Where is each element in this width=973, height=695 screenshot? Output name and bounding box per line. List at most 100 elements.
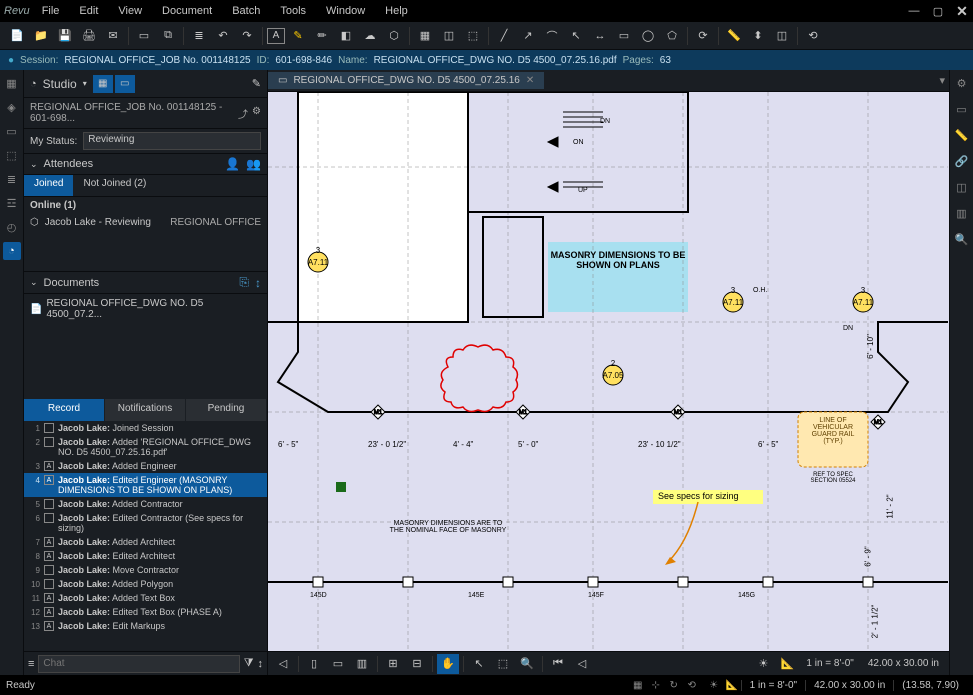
drawing-canvas[interactable]: A7.113 A7.113 A7.113 A7.052 M1 M1 (268, 92, 949, 651)
note-icon[interactable]: ◧ (335, 25, 357, 47)
record-item[interactable]: 7AJacob Lake: Added Architect (24, 535, 267, 549)
attendee-row[interactable]: ⬡ Jacob Lake - Reviewing REGIONAL OFFICE (24, 214, 267, 231)
status-dim-icon[interactable]: ☀ (705, 677, 723, 693)
spaces-icon[interactable]: ◫ (953, 178, 971, 196)
single-page-icon[interactable]: ▯ (303, 654, 325, 674)
file-access-icon[interactable]: ▭ (3, 122, 21, 140)
studio-panel-icon[interactable]: ◔ (3, 242, 21, 260)
record-item[interactable]: 13AJacob Lake: Edit Markups (24, 619, 267, 633)
session-view-toggle[interactable]: ▦ (93, 75, 113, 93)
select-icon[interactable]: ↖ (468, 654, 490, 674)
thumbnails-icon[interactable]: ▦ (3, 74, 21, 92)
project-view-toggle[interactable]: ▭ (115, 75, 135, 93)
invite-icon[interactable]: 👤 (225, 157, 240, 171)
bookmarks-icon[interactable]: ◈ (3, 98, 21, 116)
line-icon[interactable]: ╱ (493, 25, 515, 47)
record-item[interactable]: 8AJacob Lake: Edited Architect (24, 549, 267, 563)
menu-document[interactable]: Document (162, 5, 212, 17)
open-icon[interactable]: 📁 (30, 25, 52, 47)
layers-icon[interactable]: ≣ (3, 170, 21, 188)
menu-tools[interactable]: Tools (280, 5, 306, 17)
pending-tab[interactable]: Pending (186, 399, 267, 421)
snap-icon[interactable]: ⊹ (647, 677, 665, 693)
tablet-icon[interactable]: ▭ (133, 25, 155, 47)
rotate-icon[interactable]: ⟳ (692, 25, 714, 47)
save-icon[interactable]: 💾 (54, 25, 76, 47)
menu-view[interactable]: View (118, 5, 142, 17)
text-icon[interactable]: A (267, 28, 285, 44)
add-doc-icon[interactable]: ⎘ (239, 275, 249, 290)
pan-icon[interactable]: ✋ (437, 654, 459, 674)
maximize-icon[interactable]: ▢ (931, 5, 945, 18)
forms-icon[interactable]: ▭ (953, 100, 971, 118)
dim-toggle-icon[interactable]: ☀ (752, 654, 774, 674)
side-by-side-icon[interactable]: ▥ (351, 654, 373, 674)
record-item[interactable]: 9Jacob Lake: Move Contractor (24, 563, 267, 577)
arc-icon[interactable]: ⌒ (541, 25, 563, 47)
grid-snap-icon[interactable]: ▦ (629, 677, 647, 693)
highlight-icon[interactable]: ✎ (287, 25, 309, 47)
doc-tab-dropdown-icon[interactable]: ▾ (939, 74, 945, 87)
record-item[interactable]: 1Jacob Lake: Joined Session (24, 421, 267, 435)
chat-filter-icon[interactable]: ⧩ (244, 657, 254, 670)
studio-dropdown-icon[interactable]: ▾ (83, 79, 87, 88)
menu-edit[interactable]: Edit (79, 5, 98, 17)
status-scale-icon[interactable]: 📐 (723, 677, 741, 693)
search-icon[interactable]: 🔍 (953, 230, 971, 248)
shape-icon[interactable]: ◫ (438, 25, 460, 47)
fit-page-icon[interactable]: ⊞ (382, 654, 404, 674)
chat-sort-icon[interactable]: ↕ (258, 658, 264, 670)
links-icon[interactable]: 🔗 (953, 152, 971, 170)
notifications-tab[interactable]: Notifications (105, 399, 186, 421)
scale-icon[interactable]: 📐 (776, 654, 798, 674)
attendees-header[interactable]: ⌄ Attendees 👤 👥 (24, 153, 267, 175)
sync-icon[interactable]: ⟲ (802, 25, 824, 47)
prev-view-icon[interactable]: ◁ (272, 654, 294, 674)
doc-tab-close-icon[interactable]: ✕ (526, 75, 534, 86)
sync-status-icon[interactable]: ⟲ (683, 677, 701, 693)
documents-header[interactable]: ⌄ Documents ⎘ ↕ (24, 271, 267, 294)
record-item[interactable]: 11AJacob Lake: Added Text Box (24, 591, 267, 605)
continuous-icon[interactable]: ▭ (327, 654, 349, 674)
image-icon[interactable]: ▦ (414, 25, 436, 47)
polygon-icon[interactable]: ⬠ (661, 25, 683, 47)
first-page-icon[interactable]: ⏮ (547, 654, 569, 674)
gear-icon[interactable]: ⚙ (953, 74, 971, 92)
align-icon[interactable]: ≣ (188, 25, 210, 47)
callout-icon[interactable]: ↖ (565, 25, 587, 47)
zoom-icon[interactable]: 🔍 (516, 654, 538, 674)
menu-file[interactable]: File (42, 5, 60, 17)
joined-tab[interactable]: Joined (24, 175, 73, 196)
record-item[interactable]: 5Jacob Lake: Added Contractor (24, 497, 267, 511)
leave-session-icon[interactable]: ⤴ (238, 106, 248, 121)
sets-icon[interactable]: ▥ (953, 204, 971, 222)
print-icon[interactable]: 🖨 (78, 25, 100, 47)
doc-sort-icon[interactable]: ↕ (255, 276, 261, 290)
stamp-icon[interactable]: ⬡ (383, 25, 405, 47)
menu-batch[interactable]: Batch (232, 5, 260, 17)
area-icon[interactable]: ⬍ (747, 25, 769, 47)
session-filter-icon[interactable]: ⚙ (252, 106, 261, 121)
minimize-icon[interactable]: — (907, 5, 921, 17)
chat-input[interactable] (38, 655, 239, 673)
record-item[interactable]: 2Jacob Lake: Added 'REGIONAL OFFICE_DWG … (24, 435, 267, 459)
reuse-icon[interactable]: ↻ (665, 677, 683, 693)
search-panel-icon[interactable]: ◴ (3, 218, 21, 236)
properties-icon[interactable]: ☲ (3, 194, 21, 212)
zoom-select-icon[interactable]: ⬚ (492, 654, 514, 674)
volume-icon[interactable]: ◫ (771, 25, 793, 47)
arrow-icon[interactable]: ↗ (517, 25, 539, 47)
follow-icon[interactable]: 👥 (246, 157, 261, 171)
copy-icon[interactable]: ⧉ (157, 25, 179, 47)
rect-icon[interactable]: ▭ (613, 25, 635, 47)
close-icon[interactable]: ✕ (955, 3, 969, 20)
measure-icon[interactable]: 📏 (723, 25, 745, 47)
fit-width-icon[interactable]: ⊟ (406, 654, 428, 674)
record-item[interactable]: 12AJacob Lake: Edited Text Box (PHASE A) (24, 605, 267, 619)
record-item[interactable]: 6Jacob Lake: Edited Contractor (See spec… (24, 511, 267, 535)
doc-tab[interactable]: ▭ REGIONAL OFFICE_DWG NO. D5 4500_07.25.… (268, 72, 544, 89)
studio-settings-icon[interactable]: ✎ (252, 77, 261, 90)
menu-help[interactable]: Help (385, 5, 408, 17)
redo-icon[interactable]: ↷ (236, 25, 258, 47)
pen-icon[interactable]: ✏ (311, 25, 333, 47)
